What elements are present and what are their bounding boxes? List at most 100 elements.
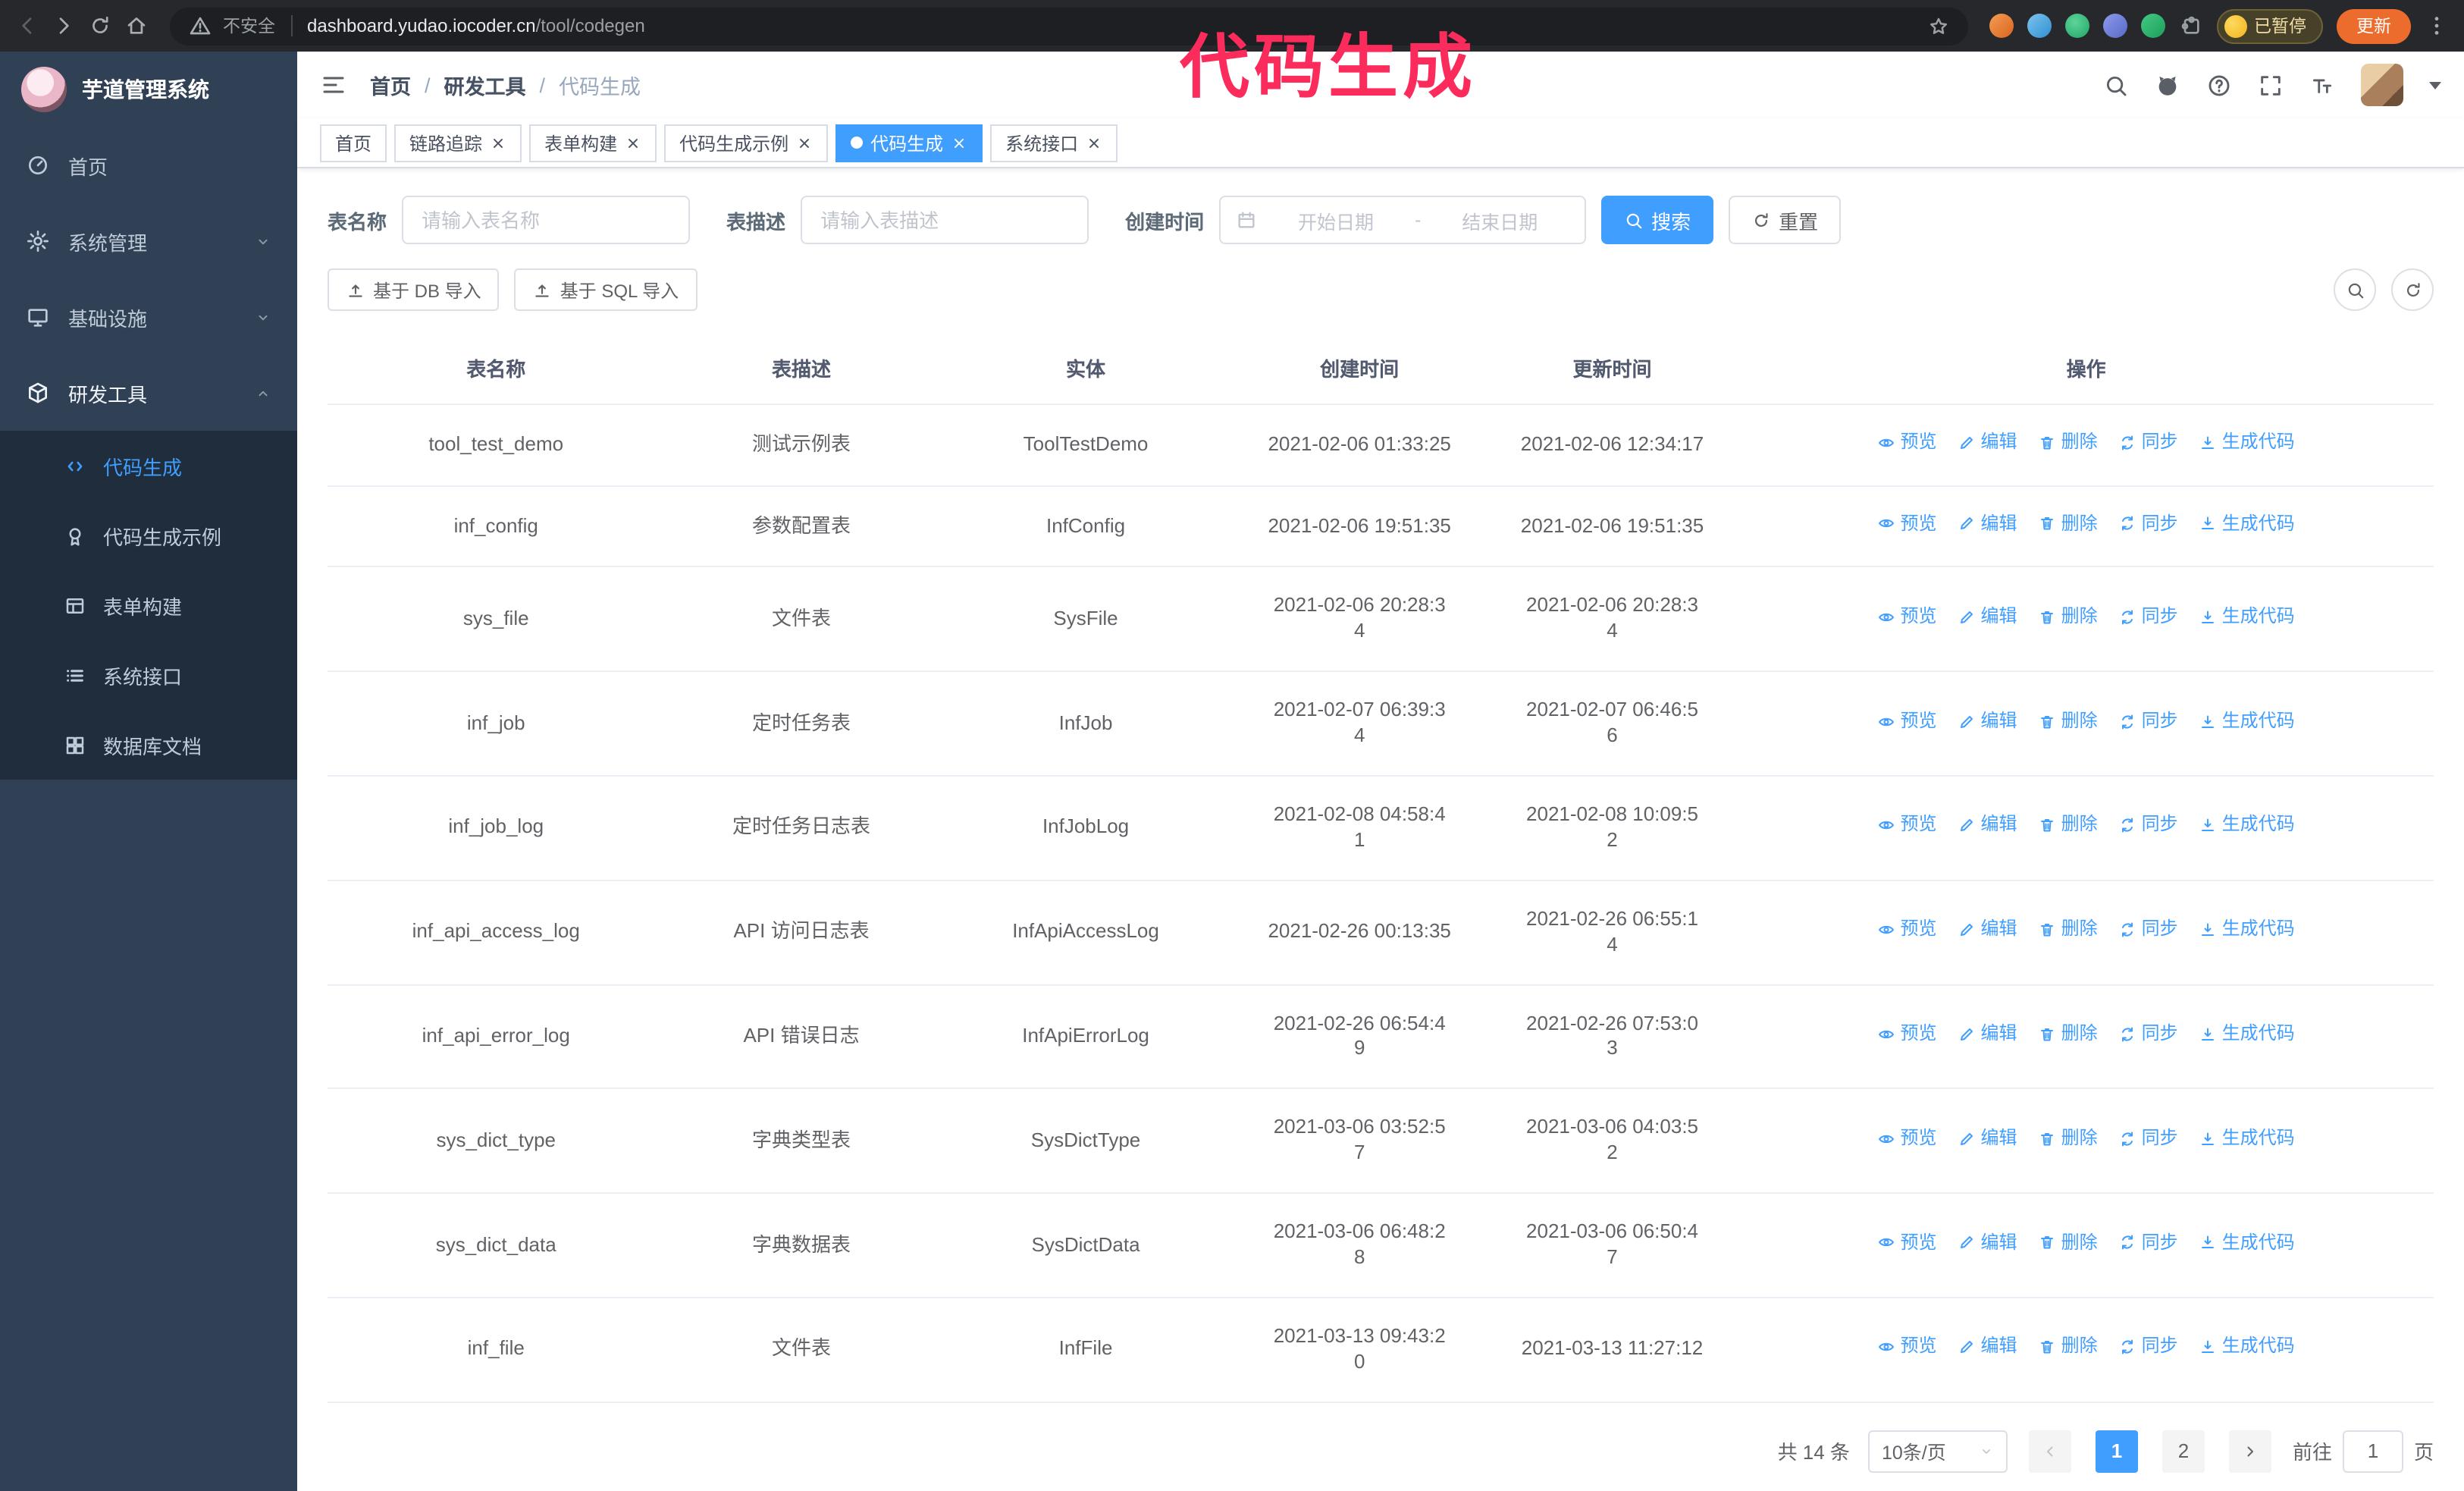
preview-link[interactable]: 预览 [1878, 431, 1937, 454]
edit-link[interactable]: 编辑 [1958, 1022, 2017, 1046]
delete-link[interactable]: 删除 [2039, 431, 2098, 454]
preview-link[interactable]: 预览 [1878, 1127, 1937, 1150]
bookmark-star-icon[interactable] [1926, 14, 1949, 37]
refresh-table-button[interactable] [2391, 268, 2434, 311]
sync-link[interactable]: 同步 [2119, 512, 2178, 535]
edit-link[interactable]: 编辑 [1958, 918, 2017, 942]
delete-link[interactable]: 删除 [2039, 709, 2098, 733]
sidebar-subitem-form-builder[interactable]: 表单构建 [0, 570, 297, 640]
sidebar-subitem-db-doc[interactable]: 数据库文档 [0, 710, 297, 780]
sidebar-item-devtools[interactable]: 研发工具 [0, 355, 297, 431]
breadcrumb-home[interactable]: 首页 [370, 70, 411, 100]
toggle-search-button[interactable] [2334, 268, 2376, 311]
generate-code-link[interactable]: 生成代码 [2199, 1336, 2295, 1359]
import-db-button[interactable]: 基于 DB 导入 [328, 268, 500, 311]
sidebar-item-system[interactable]: 系统管理 [0, 203, 297, 279]
edit-link[interactable]: 编辑 [1958, 709, 2017, 733]
tab-home[interactable]: 首页 [320, 124, 387, 162]
preview-link[interactable]: 预览 [1878, 512, 1937, 535]
extensions-puzzle-icon[interactable] [2178, 14, 2202, 38]
page-button-1[interactable]: 1 [2095, 1430, 2138, 1473]
generate-code-link[interactable]: 生成代码 [2199, 431, 2295, 454]
breadcrumb-devtools[interactable]: 研发工具 [444, 70, 526, 100]
next-page-button[interactable] [2228, 1430, 2271, 1473]
edit-link[interactable]: 编辑 [1958, 431, 2017, 454]
user-avatar[interactable] [2361, 64, 2403, 106]
edit-link[interactable]: 编辑 [1958, 1336, 2017, 1359]
profile-paused-badge[interactable]: 已暂停 [2216, 8, 2323, 43]
generate-code-link[interactable]: 生成代码 [2199, 814, 2295, 837]
preview-link[interactable]: 预览 [1878, 1022, 1937, 1046]
sync-link[interactable]: 同步 [2119, 431, 2178, 454]
browser-reload-icon[interactable] [88, 14, 112, 38]
close-icon[interactable] [951, 134, 967, 151]
sync-link[interactable]: 同步 [2119, 1022, 2178, 1046]
sidebar-subitem-system-api[interactable]: 系统接口 [0, 640, 297, 710]
header-search-icon[interactable] [2103, 72, 2129, 98]
tab-system-api[interactable]: 系统接口 [990, 124, 1118, 162]
tab-form-builder[interactable]: 表单构建 [529, 124, 657, 162]
browser-home-icon[interactable] [124, 14, 149, 38]
sidebar-toggle-icon[interactable] [320, 71, 347, 99]
close-icon[interactable] [490, 134, 506, 151]
preview-link[interactable]: 预览 [1878, 1336, 1937, 1359]
delete-link[interactable]: 删除 [2039, 814, 2098, 837]
extension-drop-icon[interactable] [2027, 14, 2051, 38]
github-icon[interactable] [2155, 72, 2180, 98]
sidebar-subitem-codegen[interactable]: 代码生成 [0, 431, 297, 501]
edit-link[interactable]: 编辑 [1958, 605, 2017, 629]
extension-stats-icon[interactable] [2140, 14, 2165, 38]
table-desc-input[interactable] [801, 196, 1089, 244]
browser-update-button[interactable]: 更新 [2337, 8, 2411, 43]
search-button[interactable]: 搜索 [1601, 196, 1714, 244]
extension-vue-icon[interactable] [2064, 14, 2089, 38]
fullscreen-icon[interactable] [2258, 72, 2284, 98]
address-bar[interactable]: 不安全 dashboard.yudao.iocoder.cn/tool/code… [170, 7, 1967, 45]
delete-link[interactable]: 删除 [2039, 918, 2098, 942]
table-name-input[interactable] [402, 196, 691, 244]
sync-link[interactable]: 同步 [2119, 814, 2178, 837]
page-size-select[interactable]: 10条/页 [1867, 1430, 2008, 1473]
sidebar-item-home[interactable]: 首页 [0, 127, 297, 203]
import-sql-button[interactable]: 基于 SQL 导入 [514, 268, 698, 311]
browser-back-icon[interactable] [15, 14, 39, 38]
close-icon[interactable] [796, 134, 813, 151]
delete-link[interactable]: 删除 [2039, 1127, 2098, 1150]
delete-link[interactable]: 删除 [2039, 1022, 2098, 1046]
generate-code-link[interactable]: 生成代码 [2199, 1231, 2295, 1254]
goto-page-input[interactable] [2342, 1430, 2403, 1473]
help-icon[interactable] [2206, 72, 2232, 98]
delete-link[interactable]: 删除 [2039, 512, 2098, 535]
create-time-range-picker[interactable]: 开始日期 - 结束日期 [1219, 196, 1587, 244]
tab-codegen[interactable]: 代码生成 [835, 124, 983, 162]
browser-menu-icon[interactable] [2425, 14, 2449, 38]
reset-button[interactable]: 重置 [1729, 196, 1842, 244]
font-size-icon[interactable] [2309, 72, 2335, 98]
edit-link[interactable]: 编辑 [1958, 1127, 2017, 1150]
sync-link[interactable]: 同步 [2119, 1336, 2178, 1359]
delete-link[interactable]: 删除 [2039, 1231, 2098, 1254]
extension-proxy-icon[interactable] [1989, 14, 2013, 38]
sync-link[interactable]: 同步 [2119, 1127, 2178, 1150]
generate-code-link[interactable]: 生成代码 [2199, 512, 2295, 535]
preview-link[interactable]: 预览 [1878, 814, 1937, 837]
delete-link[interactable]: 删除 [2039, 605, 2098, 629]
avatar-caret-icon[interactable] [2429, 81, 2441, 89]
tab-codegen-example[interactable]: 代码生成示例 [664, 124, 829, 162]
sidebar-subitem-codegen-example[interactable]: 代码生成示例 [0, 501, 297, 570]
generate-code-link[interactable]: 生成代码 [2199, 709, 2295, 733]
preview-link[interactable]: 预览 [1878, 709, 1937, 733]
generate-code-link[interactable]: 生成代码 [2199, 605, 2295, 629]
preview-link[interactable]: 预览 [1878, 918, 1937, 942]
generate-code-link[interactable]: 生成代码 [2199, 1127, 2295, 1150]
preview-link[interactable]: 预览 [1878, 1231, 1937, 1254]
browser-forward-icon[interactable] [52, 14, 76, 38]
sidebar-item-infra[interactable]: 基础设施 [0, 279, 297, 355]
generate-code-link[interactable]: 生成代码 [2199, 1022, 2295, 1046]
close-icon[interactable] [1086, 134, 1102, 151]
edit-link[interactable]: 编辑 [1958, 814, 2017, 837]
extension-users-icon[interactable] [2102, 14, 2127, 38]
preview-link[interactable]: 预览 [1878, 605, 1937, 629]
sync-link[interactable]: 同步 [2119, 605, 2178, 629]
sync-link[interactable]: 同步 [2119, 918, 2178, 942]
